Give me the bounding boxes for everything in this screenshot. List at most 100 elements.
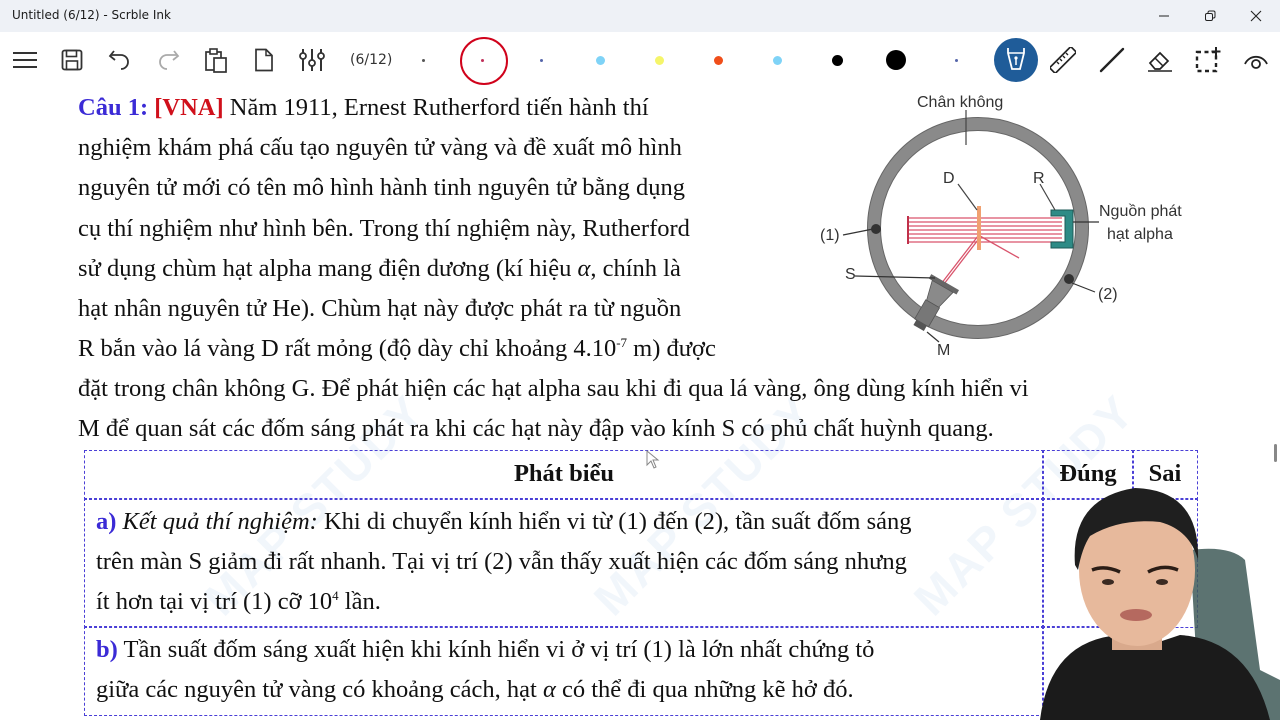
text-line: Câu 1: [VNA] Năm 1911, Ernest Rutherford… <box>78 88 796 128</box>
text-line: cụ thí nghiệm như hình bên. Trong thí ng… <box>78 214 690 242</box>
position-1-label: (1) <box>820 227 840 244</box>
restore-icon <box>1205 10 1216 21</box>
clipboard-icon <box>205 48 227 73</box>
color-dot-icon <box>886 50 906 70</box>
ruler-button[interactable] <box>1043 40 1083 80</box>
text-span: lần. <box>338 588 381 616</box>
text-line: sử dụng chùm hạt alpha mang điện dương (… <box>78 249 796 289</box>
title-bar: Untitled (6/12) - Scrble Ink <box>0 0 1280 32</box>
new-page-button[interactable] <box>244 40 284 80</box>
source-tag: [VNA] <box>154 94 224 121</box>
webcam-overlay <box>1030 470 1280 720</box>
text-span: , chính là <box>590 254 681 282</box>
foil-pointer <box>957 183 978 211</box>
text-span: R bắn vào lá vàng D rất mỏng (độ dày chỉ… <box>78 335 617 363</box>
row-line: a) Kết quả thí nghiệm: Khi di chuyển kín… <box>96 502 1033 542</box>
paste-button[interactable] <box>196 40 236 80</box>
color-dot-icon <box>831 54 843 66</box>
save-icon <box>61 49 83 71</box>
question-intro: Câu 1: [VNA] Năm 1911, Ernest Rutherford… <box>78 88 796 369</box>
mouth <box>1120 609 1152 621</box>
screen-pointer <box>854 275 936 279</box>
table-row: b) Tần suất đốm sáng xuất hiện khi kính … <box>84 626 1044 716</box>
eraser-button[interactable] <box>1140 40 1180 80</box>
undo-icon <box>108 50 129 70</box>
pen-swatch[interactable] <box>817 40 857 80</box>
text-span: Tần suất đốm sáng xuất hiện khi kính hiể… <box>117 636 875 663</box>
text-span: sử dụng chùm hạt alpha mang điện dương (… <box>78 254 578 282</box>
vertical-scrollbar[interactable] <box>1274 444 1277 462</box>
row-line: ít hơn tại vị trí (1) cỡ 104 lần. <box>96 582 1033 622</box>
settings-button[interactable] <box>292 40 332 80</box>
color-dot-icon <box>421 58 425 62</box>
page-indicator: (6/12) <box>350 52 393 68</box>
view-button[interactable] <box>1236 40 1276 80</box>
page-icon <box>255 48 273 72</box>
left-eye <box>1102 579 1114 585</box>
redo-button[interactable] <box>148 40 188 80</box>
mouse-cursor-icon <box>646 450 660 469</box>
text-line: R bắn vào lá vàng D rất mỏng (độ dày chỉ… <box>78 329 796 369</box>
row-label: b) <box>96 636 118 663</box>
position-2-pointer <box>1071 282 1096 293</box>
text-line: M để quan sát các đốm sáng phát ra khi c… <box>78 415 994 443</box>
minimize-button[interactable] <box>1141 0 1187 32</box>
sliders-icon <box>299 49 325 71</box>
color-dot-icon <box>772 55 782 65</box>
text-span: Năm 1911, Ernest Rutherford tiến hành th… <box>223 94 649 121</box>
fountain-pen-icon <box>1007 48 1025 70</box>
pen-swatch[interactable] <box>639 40 679 80</box>
italic-prefix: Kết quả thí nghiệm: <box>122 508 318 535</box>
color-dot-icon <box>954 58 958 62</box>
pen-swatch[interactable] <box>403 40 443 80</box>
scattered-beam <box>943 235 982 285</box>
gold-foil <box>977 206 981 250</box>
alpha-symbol: α <box>542 676 556 704</box>
menu-button[interactable] <box>5 40 45 80</box>
source-desc-line1: Nguồn phát <box>1099 203 1182 220</box>
selection-icon <box>1195 47 1221 73</box>
close-icon <box>1250 10 1262 22</box>
source-desc-line2: hạt alpha <box>1107 226 1173 243</box>
vacuum-label: Chân không <box>917 94 1003 111</box>
restore-button[interactable] <box>1187 0 1233 32</box>
color-dot-icon <box>713 55 723 65</box>
foil-label: D <box>943 170 955 187</box>
undo-button[interactable] <box>100 40 140 80</box>
close-button[interactable] <box>1233 0 1279 32</box>
pen-swatch[interactable] <box>936 40 976 80</box>
text-line: nghiệm khám phá cấu tạo nguyên tử vàng v… <box>78 134 682 162</box>
select-tool-button[interactable] <box>1188 40 1228 80</box>
pen-swatch[interactable] <box>876 40 916 80</box>
text-line: nguyên tử mới có tên mô hình hành tinh n… <box>78 174 686 202</box>
scattered-beam <box>940 235 979 285</box>
scattered-beam <box>979 235 1020 259</box>
exponent: -7 <box>616 335 628 351</box>
row-label: a) <box>96 508 117 535</box>
pen-swatch[interactable] <box>757 40 797 80</box>
position-2-label: (2) <box>1098 286 1118 303</box>
right-eye <box>1156 579 1168 585</box>
position-2-marker <box>1064 274 1074 284</box>
hamburger-icon <box>13 52 37 68</box>
header-statement: Phát biểu <box>84 450 1044 500</box>
line-icon <box>1099 47 1125 73</box>
pen-swatch[interactable] <box>521 40 561 80</box>
pen-swatch[interactable] <box>460 37 508 85</box>
text-span: m) được <box>627 335 716 363</box>
color-dot-icon <box>654 55 664 65</box>
color-dot-icon <box>480 58 484 62</box>
save-button[interactable] <box>52 40 92 80</box>
presenter-video <box>1040 488 1280 720</box>
question-continuation: đặt trong chân không G. Để phát hiện các… <box>78 369 1208 449</box>
pen-tool-button[interactable] <box>994 38 1038 82</box>
line-tool-button[interactable] <box>1092 40 1132 80</box>
pen-swatch[interactable] <box>698 40 738 80</box>
microscope-label: M <box>937 342 950 359</box>
alpha-source <box>1050 209 1074 249</box>
source-pointer <box>1039 183 1056 211</box>
toolbar: (6/12) <box>0 32 1280 88</box>
pen-swatch[interactable] <box>580 40 620 80</box>
color-dot-icon <box>595 55 605 65</box>
text-line: đặt trong chân không G. Để phát hiện các… <box>78 375 1029 402</box>
